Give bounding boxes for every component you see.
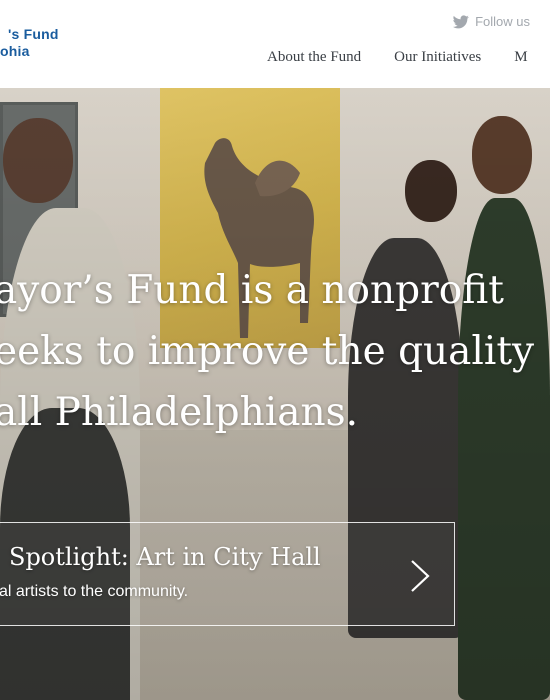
main-nav: About the Fund Our Initiatives M: [267, 49, 528, 66]
hero-section: ayor’s Fund is a nonprofit eeks to impro…: [0, 88, 550, 700]
logo-line-2: ohia: [0, 43, 30, 59]
hero-headline: ayor’s Fund is a nonprofit eeks to impro…: [0, 260, 550, 443]
nav-our-initiatives[interactable]: Our Initiatives: [394, 49, 481, 66]
hero-headline-line-1: ayor’s Fund is a nonprofit: [0, 268, 504, 313]
logo-line-1: 's Fund: [8, 26, 59, 42]
hero-headline-line-3: all Philadelphians.: [0, 390, 359, 435]
spotlight-title: Spotlight: Art in City Hall: [9, 543, 321, 571]
follow-us-label: Follow us: [475, 14, 530, 29]
hero-headline-line-2: eeks to improve the quality: [0, 329, 535, 374]
nav-about-the-fund[interactable]: About the Fund: [267, 49, 361, 66]
spotlight-subtitle: al artists to the community.: [0, 583, 189, 600]
site-header: 's Fund ohia Follow us About the Fund Ou…: [0, 0, 550, 88]
chevron-right-icon[interactable]: [408, 559, 432, 593]
follow-us-link[interactable]: Follow us: [453, 14, 530, 29]
twitter-bird-icon: [453, 14, 469, 28]
nav-more[interactable]: M: [514, 49, 527, 66]
site-logo[interactable]: 's Fund ohia: [0, 26, 59, 60]
spotlight-card[interactable]: Spotlight: Art in City Hall al artists t…: [0, 522, 455, 626]
